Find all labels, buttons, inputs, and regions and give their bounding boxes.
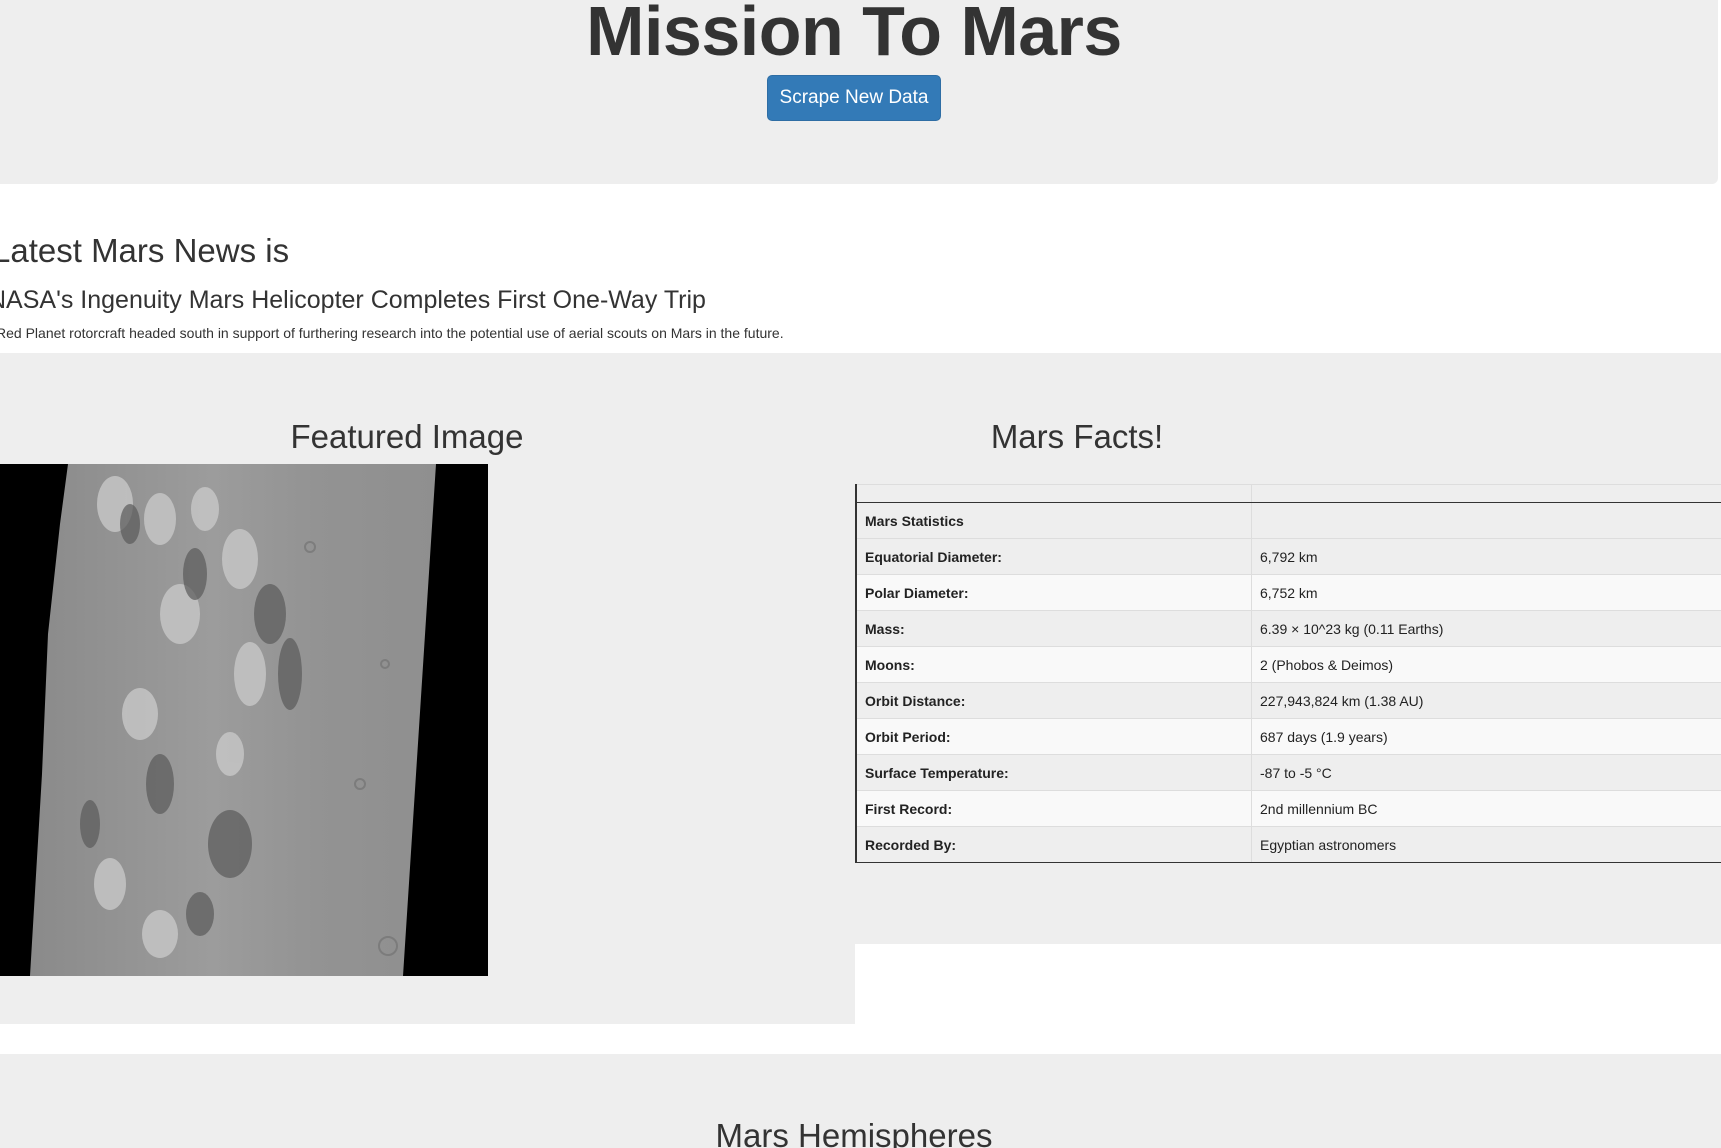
fact-label: Orbit Period: — [855, 718, 1252, 755]
table-row: Moons: 2 (Phobos & Deimos) — [855, 646, 1721, 683]
latest-news-heading: Latest Mars News is — [0, 232, 290, 269]
header-jumbotron: Mission To Mars Scrape New Data — [0, 0, 1718, 184]
news-teaser: The Red Planet rotorcraft headed south i… — [0, 325, 784, 341]
table-cell — [1251, 502, 1721, 539]
fact-value: Egyptian astronomers — [1251, 826, 1721, 863]
mars-facts-heading: Mars Facts! — [990, 418, 1164, 455]
table-row: Polar Diameter: 6,752 km — [855, 574, 1721, 611]
fact-value: -87 to -5 °C — [1251, 754, 1721, 791]
fact-label: Polar Diameter: — [855, 574, 1252, 611]
news-title: NASA's Ingenuity Mars Helicopter Complet… — [0, 286, 706, 314]
mars-surface-image — [30, 464, 436, 976]
table-row: Orbit Period: 687 days (1.9 years) — [855, 718, 1721, 755]
fact-label: Mass: — [855, 610, 1252, 647]
fact-value: 2 (Phobos & Deimos) — [1251, 646, 1721, 683]
fact-value: 6,752 km — [1251, 574, 1721, 611]
table-row: Mars Statistics — [855, 502, 1721, 539]
table-row: Orbit Distance: 227,943,824 km (1.38 AU) — [855, 682, 1721, 719]
table-row: Equatorial Diameter: 6,792 km — [855, 538, 1721, 575]
mars-facts-table: Mars Statistics Equatorial Diameter: 6,7… — [855, 484, 1721, 863]
table-row: Mass: 6.39 × 10^23 kg (0.11 Earths) — [855, 610, 1721, 647]
fact-value: 687 days (1.9 years) — [1251, 718, 1721, 755]
fact-value: 2nd millennium BC — [1251, 790, 1721, 827]
fact-label: Equatorial Diameter: — [855, 538, 1252, 575]
page: Mission To Mars Scrape New Data Latest M… — [0, 0, 1721, 1148]
fact-label: Orbit Distance: — [855, 682, 1252, 719]
fact-label: Recorded By: — [855, 826, 1252, 863]
fact-label: Moons: — [855, 646, 1252, 683]
fact-label: First Record: — [855, 790, 1252, 827]
fact-value: 6.39 × 10^23 kg (0.11 Earths) — [1251, 610, 1721, 647]
stats-header-label: Mars Statistics — [855, 502, 1252, 539]
table-row: First Record: 2nd millennium BC — [855, 790, 1721, 827]
table-header-cell — [1251, 484, 1721, 503]
fact-label: Surface Temperature: — [855, 754, 1252, 791]
table-header-row — [855, 484, 1721, 503]
page-title: Mission To Mars — [586, 0, 1122, 70]
fact-value: 6,792 km — [1251, 538, 1721, 575]
fact-value: 227,943,824 km (1.38 AU) — [1251, 682, 1721, 719]
featured-image — [0, 464, 488, 976]
featured-image-heading: Featured Image — [290, 418, 524, 455]
table-header-cell — [855, 484, 1252, 503]
scrape-new-data-button[interactable]: Scrape New Data — [767, 75, 941, 121]
table-row: Surface Temperature: -87 to -5 °C — [855, 754, 1721, 791]
mars-hemispheres-heading: Mars Hemispheres — [715, 1117, 993, 1148]
table-row: Recorded By: Egyptian astronomers — [855, 826, 1721, 863]
